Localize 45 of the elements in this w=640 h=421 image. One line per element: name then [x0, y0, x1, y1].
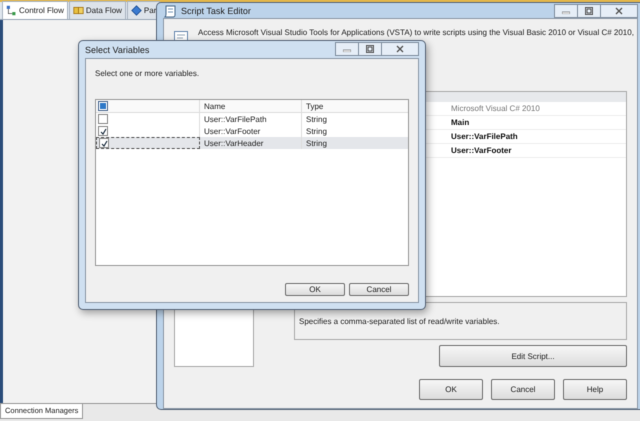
flow-chart-icon	[6, 5, 17, 16]
table-row[interactable]: User::VarHeader String	[96, 137, 408, 149]
scroll-icon	[163, 4, 177, 18]
property-value[interactable]: User::VarFooter	[445, 146, 512, 155]
table-cell-text: String	[305, 126, 328, 137]
restore-icon	[366, 45, 374, 53]
property-value[interactable]: User::VarFilePath	[445, 132, 518, 141]
maximize-button[interactable]	[577, 4, 601, 18]
ok-button[interactable]: OK	[419, 379, 483, 400]
help-button[interactable]: Help	[563, 379, 627, 400]
cancel-button[interactable]: Cancel	[491, 379, 555, 400]
designer-tab[interactable]: Par	[126, 1, 160, 19]
close-icon	[396, 45, 404, 53]
dialog-title: Select Variables	[85, 44, 150, 54]
close-button[interactable]	[381, 42, 419, 56]
table-cell-text: String	[305, 138, 328, 149]
column-header[interactable]: Type	[302, 100, 408, 112]
checkbox[interactable]	[99, 138, 109, 148]
table-row[interactable]: User::VarFilePath String	[96, 113, 408, 125]
close-button[interactable]	[600, 4, 638, 18]
designer-tab[interactable]: Control Flow	[2, 1, 68, 19]
description-text: Access Microsoft Visual Studio Tools for Applications (VSTA) to write scripts using the Visual Basic 2010 or Visual C# 2010,	[198, 27, 634, 38]
column-header[interactable]: Name	[200, 100, 302, 112]
cancel-button[interactable]: Cancel	[349, 283, 409, 296]
select-all-checkbox[interactable]	[98, 101, 108, 111]
window-title: Script Task Editor	[181, 6, 251, 16]
designer-tab[interactable]: Data Flow	[68, 1, 126, 19]
minimize-button[interactable]	[554, 4, 578, 18]
checkbox[interactable]	[98, 126, 108, 136]
data-flow-icon	[72, 5, 84, 16]
script-task-icon	[174, 31, 188, 42]
restore-icon	[585, 7, 593, 15]
diamond-icon	[130, 5, 142, 16]
checkbox[interactable]	[98, 114, 108, 124]
table-cell-text: String	[305, 114, 328, 125]
edit-script-button[interactable]: Edit Script...	[439, 345, 627, 367]
ok-button[interactable]: OK	[285, 283, 345, 296]
prompt-text: Select one or more variables.	[95, 69, 200, 80]
table-cell: User::VarFilePath	[200, 113, 302, 125]
maximize-button[interactable]	[358, 42, 382, 56]
property-value[interactable]: Microsoft Visual C# 2010	[445, 104, 540, 113]
minimize-button[interactable]	[335, 42, 359, 56]
close-icon	[615, 7, 623, 15]
table-cell: User::VarHeader	[200, 137, 302, 149]
property-value[interactable]: Main	[445, 118, 470, 127]
